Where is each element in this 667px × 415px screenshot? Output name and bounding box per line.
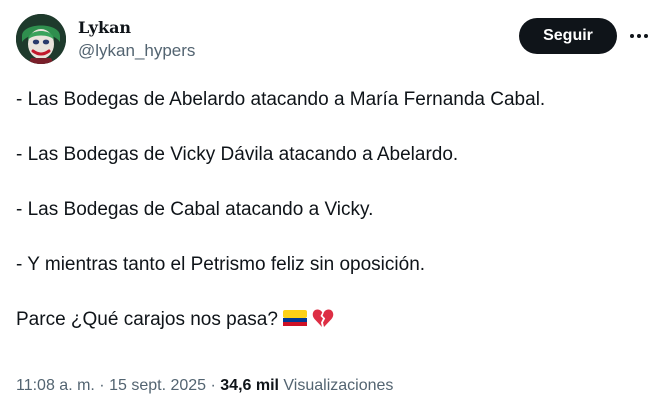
tweet-text: - Las Bodegas de Abelardo atacando a Mar… (16, 86, 651, 334)
views-count[interactable]: 34,6 mil (220, 377, 279, 394)
tweet-time[interactable]: 11:08 a. m. (16, 377, 95, 394)
colombia-flag-icon (282, 308, 308, 337)
user-info[interactable]: Lykan @lykan_hypers (78, 18, 195, 62)
joker-avatar-icon (16, 14, 66, 64)
more-horizontal-icon (630, 34, 648, 38)
tweet-line-last: Parce ¿Qué carajos nos pasa? (16, 306, 651, 334)
user-handle[interactable]: @lykan_hypers (78, 40, 195, 62)
follow-button[interactable]: Seguir (519, 18, 617, 54)
display-name[interactable]: Lykan (78, 18, 195, 38)
tweet-line: - Las Bodegas de Vicky Dávila atacando a… (16, 144, 459, 165)
tweet-meta: 11:08 a. m. · 15 sept. 2025 · 34,6 mil V… (16, 375, 393, 397)
tweet-line: - Y mientras tanto el Petrismo feliz sin… (16, 254, 426, 275)
tweet-line: - Las Bodegas de Abelardo atacando a Mar… (16, 89, 546, 110)
tweet-line-text: Parce ¿Qué carajos nos pasa? (16, 309, 278, 330)
tweet-header: Lykan @lykan_hypers Seguir (16, 14, 651, 70)
tweet-line: - Las Bodegas de Cabal atacando a Vicky. (16, 199, 374, 220)
broken-heart-icon (312, 308, 334, 337)
meta-separator: · (94, 377, 110, 394)
avatar[interactable] (16, 14, 66, 64)
tweet-card: Lykan @lykan_hypers Seguir - Las Bodegas… (0, 0, 667, 415)
views-label[interactable]: Visualizaciones (283, 377, 393, 394)
tweet-date[interactable]: 15 sept. 2025 (109, 377, 206, 394)
more-options-button[interactable] (627, 24, 651, 48)
meta-separator: · (206, 377, 221, 394)
